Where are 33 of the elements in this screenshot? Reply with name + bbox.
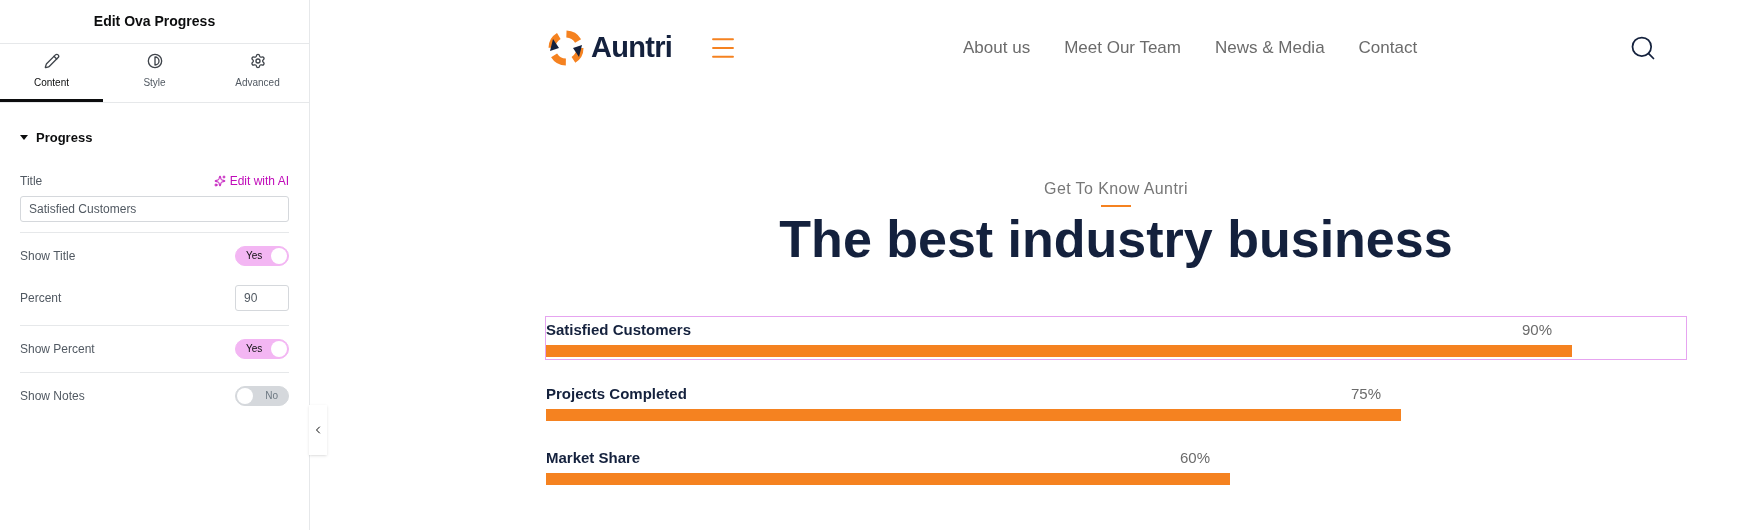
progress-title: Market Share: [546, 447, 641, 468]
toggle-switch[interactable]: Yes: [235, 338, 289, 359]
nav-link[interactable]: Meet Our Team: [1064, 35, 1181, 61]
eyebrow-text: Get To Know Auntri: [1044, 179, 1188, 199]
toggle-switch[interactable]: Yes: [235, 245, 289, 266]
control-label: Show Title: [20, 247, 76, 265]
control-label: Show Notes: [20, 387, 85, 405]
progress-title: Satisfied Customers: [546, 319, 692, 340]
panel-title: Edit Ova Progress: [0, 0, 309, 44]
progress-percent: 90%: [1521, 319, 1552, 340]
control-label: Show Percent: [20, 340, 95, 358]
sparkle-icon: [213, 174, 226, 187]
nav-link[interactable]: About us: [963, 35, 1031, 61]
control-label: Percent: [20, 289, 62, 307]
control-label: Title: [20, 172, 43, 190]
title-input[interactable]: Satisfied Customers: [20, 195, 289, 222]
logo-text: Auntri: [591, 30, 673, 66]
section-header[interactable]: Progress: [20, 128, 93, 148]
settings-icon: [249, 53, 266, 69]
panel-tab[interactable]: Advanced: [206, 44, 309, 102]
progress-percent: 60%: [1179, 447, 1210, 468]
panel-tab[interactable]: Style: [103, 44, 206, 102]
panel-tab[interactable]: Content: [0, 44, 103, 102]
progress-percent: 75%: [1350, 383, 1381, 404]
section-heading: The best industry business: [779, 209, 1453, 270]
nav-link[interactable]: Contact: [1358, 35, 1418, 61]
contrast-icon: [146, 53, 163, 69]
progress-title: Projects Completed: [546, 383, 687, 404]
pencil-icon: [43, 53, 60, 69]
nav-link[interactable]: News & Media: [1215, 35, 1325, 61]
percent-input[interactable]: 90: [235, 284, 289, 311]
search-icon[interactable]: [1629, 34, 1657, 62]
edit-with-ai-link[interactable]: Edit with AI: [213, 171, 289, 190]
